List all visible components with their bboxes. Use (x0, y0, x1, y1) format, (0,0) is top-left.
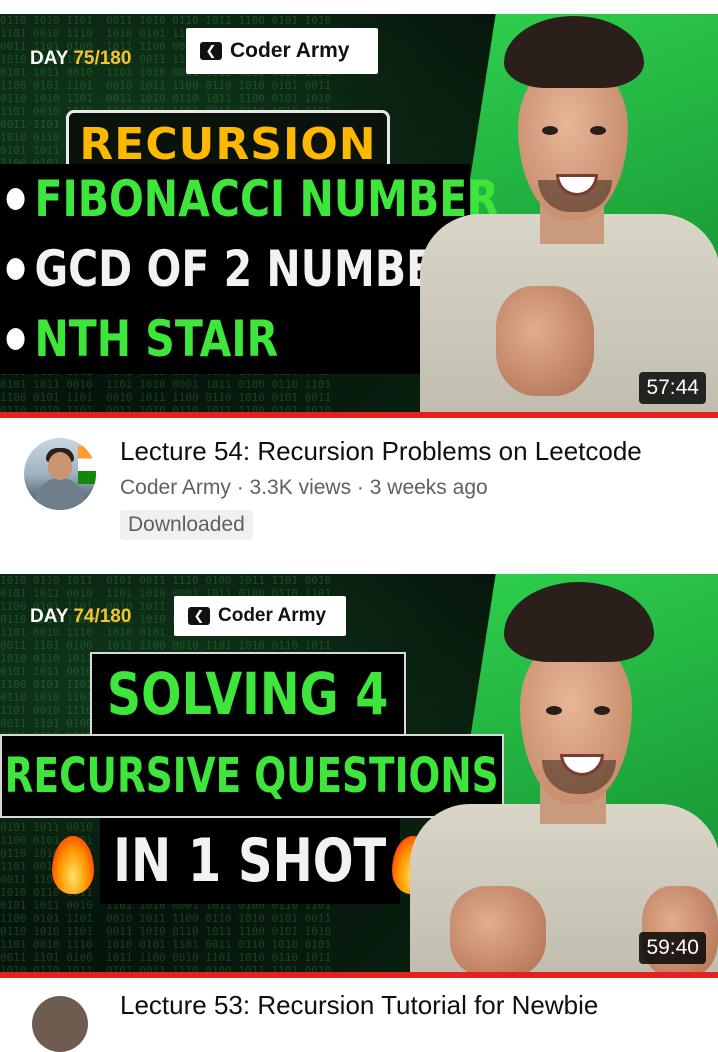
day-value: 74/180 (73, 606, 132, 627)
topic-item: FIBONACCI NUMBER (0, 164, 499, 234)
day-value: 75/180 (73, 48, 132, 69)
video-duration: 57:44 (639, 372, 706, 404)
view-count: 3.3K views (249, 476, 352, 499)
bullet-icon (6, 328, 25, 350)
day-prefix: DAY (30, 606, 74, 627)
day-counter: DAY 75/180 (30, 48, 131, 70)
downloaded-badge: Downloaded (120, 510, 253, 540)
brand-name: Coder Army (218, 605, 327, 626)
separator: · (230, 476, 250, 499)
separator: · (351, 476, 370, 499)
headline-line-1: SOLVING 4 (90, 652, 406, 736)
day-prefix: DAY (30, 48, 74, 69)
video-title[interactable]: Lecture 54: Recursion Problems on Leetco… (120, 436, 710, 467)
brand-box: ❮ Coder Army (174, 596, 346, 636)
topic-item: NTH STAIR (0, 304, 385, 374)
presenter-image (380, 574, 718, 978)
headline-line-3: IN 1 SHOT (100, 818, 400, 904)
bullet-icon (6, 258, 25, 280)
video-details: Coder Army · 3.3K views · 3 weeks ago (120, 476, 488, 500)
upload-age: 3 weeks ago (369, 476, 488, 499)
channel-avatar[interactable] (32, 996, 88, 1052)
video-title[interactable]: Lecture 53: Recursion Tutorial for Newbi… (120, 990, 598, 1021)
channel-name[interactable]: Coder Army (120, 476, 231, 499)
headline-text: SOLVING 4 (107, 660, 389, 728)
video-thumbnail[interactable]: 0110 1010 1101 0011 1010 0110 1011 1100 … (0, 14, 718, 418)
video-thumbnail[interactable]: 1010 0110 1011 0101 0011 1110 0100 1011 … (0, 574, 718, 978)
topic-item: GCD OF 2 NUMBER (0, 234, 466, 304)
video-duration: 59:40 (639, 932, 706, 964)
brand-box: ❮ Coder Army (186, 28, 378, 74)
headline-text: IN 1 SHOT (113, 826, 387, 896)
watch-progress-bar (0, 412, 718, 418)
bullet-icon (6, 188, 25, 210)
presenter-image (400, 14, 718, 418)
topic-text: NTH STAIR (34, 310, 279, 368)
coder-army-logo-icon: ❮ (188, 607, 210, 625)
channel-avatar[interactable] (24, 438, 96, 510)
day-counter: DAY 74/180 (30, 606, 131, 628)
brand-name: Coder Army (230, 39, 350, 62)
watch-progress-bar (0, 972, 718, 978)
coder-army-logo-icon: ❮ (200, 42, 222, 60)
